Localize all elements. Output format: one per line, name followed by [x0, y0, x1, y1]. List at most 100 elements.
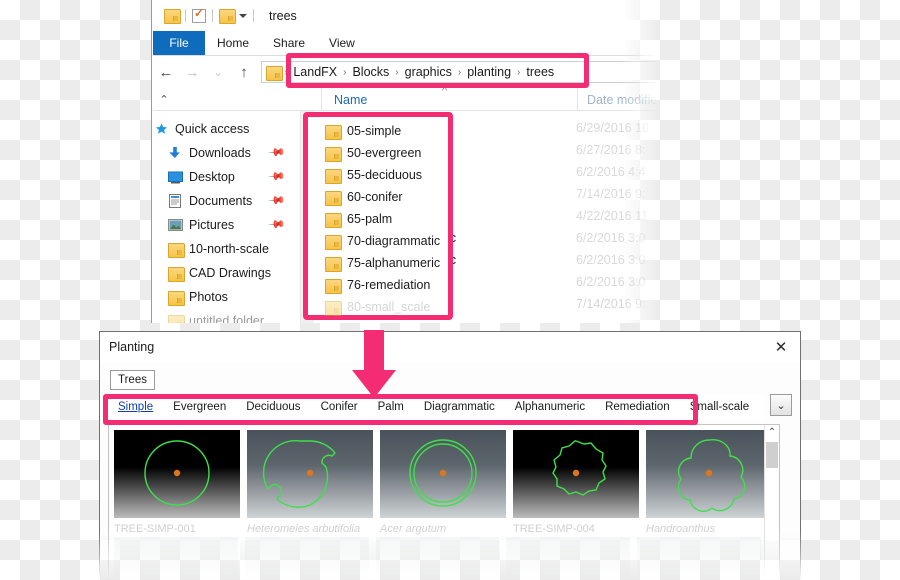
file-date: 6/29/2016 10 — [576, 121, 649, 135]
sidebar-item-label: Quick access — [175, 122, 250, 136]
star-icon — [153, 121, 169, 137]
file-date: 6/2/2016 4:4 — [576, 165, 646, 179]
ribbon-tab-file[interactable]: File — [153, 31, 205, 55]
column-header-row: ⌃ Name ^ Date modifie — [153, 85, 660, 111]
symbol-grid: TREE-SIMP-001 Heteromeles arbutifolia Ac… — [108, 424, 780, 579]
up-arrow-icon[interactable]: ↑ — [231, 59, 257, 85]
sidebar-item-pictures[interactable]: Pictures 📌 — [153, 213, 293, 237]
column-header-date[interactable]: Date modifie — [577, 88, 660, 111]
toolbar-divider — [185, 9, 186, 22]
pin-icon[interactable]: 📌 — [268, 167, 287, 186]
table-row[interactable]: 65-palm — [311, 208, 447, 230]
back-arrow-icon[interactable]: ← — [153, 59, 179, 85]
ribbon-tab-share[interactable]: Share — [261, 31, 317, 55]
folder-icon — [325, 168, 342, 184]
category-tabs-highlight — [103, 394, 698, 425]
symbol-grid-row-2 — [114, 537, 761, 579]
sidebar-item-label: Documents — [189, 194, 253, 208]
folder-icon — [167, 313, 185, 323]
symbol-cell[interactable] — [637, 537, 761, 579]
symbol-preview — [247, 430, 373, 518]
sidebar-item-untitled-folder[interactable]: untitled folder — [153, 309, 293, 323]
symbol-label: Handroanthus — [646, 522, 716, 535]
pin-icon[interactable]: 📌 — [268, 191, 287, 210]
pictures-icon — [167, 217, 183, 233]
sidebar-item-desktop[interactable]: Desktop 📌 — [153, 165, 293, 189]
toolbar-divider — [253, 9, 254, 22]
table-row[interactable]: 80-small_scale — [311, 296, 447, 318]
chevron-down-icon[interactable]: ⌄ — [770, 394, 792, 416]
sidebar-item-photos[interactable]: Photos — [153, 285, 293, 309]
sidebar-item-label: untitled folder — [189, 314, 265, 323]
sidebar-item-label: 10-north-scale — [189, 242, 269, 256]
chevron-down-icon[interactable] — [239, 13, 247, 18]
dialog-title-bar: Planting ✕ — [100, 332, 800, 362]
chevron-up-icon[interactable]: ⌃ — [765, 425, 779, 440]
chevron-down-icon[interactable]: ⌄ — [205, 59, 231, 85]
symbol-cell[interactable]: Heteromeles arbutifolia — [247, 430, 373, 536]
toolbar-divider — [212, 9, 213, 22]
dialog-title: Planting — [109, 340, 155, 354]
symbol-cell[interactable]: Handroanthus — [646, 430, 772, 536]
symbol-cell[interactable] — [375, 537, 500, 579]
symbol-cell[interactable] — [114, 537, 238, 579]
file-name: 75-alphanumeric — [347, 256, 441, 270]
table-row[interactable]: 50-evergreen — [311, 142, 447, 164]
folder-icon — [167, 265, 185, 282]
down-arrow-annotation — [352, 330, 396, 398]
ribbon-tab-home[interactable]: Home — [205, 31, 261, 55]
symbol-label: TREE-SIMP-004 — [513, 522, 595, 535]
sidebar-item-documents[interactable]: Documents 📌 — [153, 189, 293, 213]
folder-icon — [325, 234, 342, 250]
column-header-name-label: Name — [334, 92, 368, 107]
table-row[interactable]: 05-simple — [311, 120, 447, 142]
table-row[interactable]: 55-deciduous — [311, 164, 447, 186]
symbol-cell[interactable] — [506, 537, 631, 579]
folder-icon — [325, 300, 342, 316]
close-icon[interactable]: ✕ — [768, 336, 794, 358]
file-name: 50-evergreen — [347, 146, 422, 160]
ribbon-tab-view[interactable]: View — [317, 31, 367, 55]
table-row[interactable]: 60-conifer — [311, 186, 447, 208]
navigation-pane: Quick access Downloads 📌 Desktop 📌 Docum… — [153, 111, 293, 323]
new-folder-icon[interactable] — [219, 9, 236, 24]
sidebar-item-quick-access[interactable]: Quick access — [153, 117, 293, 141]
folder-icon — [167, 289, 185, 306]
address-bar-highlight — [286, 53, 589, 88]
folder-icon — [325, 212, 342, 228]
sidebar-item-label: Pictures — [189, 218, 235, 232]
properties-icon[interactable] — [192, 6, 206, 23]
table-row[interactable]: 76-remediation — [311, 274, 447, 296]
file-name: 76-remediation — [347, 278, 431, 292]
sidebar-item-10-north-scale[interactable]: 10-north-scale — [153, 237, 293, 261]
table-row[interactable]: 75-alphanumeric — [311, 252, 447, 274]
column-header-name[interactable]: Name ^ — [321, 85, 576, 111]
symbol-cell[interactable]: Acer argutum — [380, 430, 506, 536]
tab-trees[interactable]: Trees — [110, 370, 155, 390]
desktop-icon — [167, 169, 183, 185]
symbol-preview — [646, 430, 772, 518]
scrollbar-thumb[interactable] — [766, 442, 778, 468]
pin-icon[interactable]: 📌 — [268, 143, 287, 162]
window-title: trees — [269, 8, 297, 23]
pin-icon[interactable]: 📌 — [268, 215, 287, 234]
table-row[interactable]: 70-diagrammatic — [311, 230, 447, 252]
symbol-cell[interactable] — [244, 537, 369, 579]
chevron-up-icon[interactable]: ⌃ — [153, 93, 175, 106]
folder-icon — [325, 256, 342, 272]
file-date: 7/14/2016 9: — [576, 187, 646, 201]
folder-icon — [167, 241, 185, 258]
sidebar-item-cad-drawings[interactable]: CAD Drawings — [153, 261, 293, 285]
sidebar-item-label: Downloads — [189, 146, 251, 160]
symbol-grid-scrollbar[interactable]: ⌃ — [764, 425, 779, 579]
sidebar-item-downloads[interactable]: Downloads 📌 — [153, 141, 293, 165]
download-icon — [167, 145, 183, 161]
symbol-cell[interactable]: TREE-SIMP-004 — [513, 430, 639, 536]
folder-icon — [325, 190, 342, 206]
symbol-cell[interactable]: TREE-SIMP-001 — [114, 430, 240, 536]
sidebar-item-label: Desktop — [189, 170, 235, 184]
ribbon-tab-bar: File Home Share View — [153, 31, 660, 55]
file-name: 05-simple — [347, 124, 402, 138]
folder-icon[interactable] — [164, 9, 181, 24]
forward-arrow-icon[interactable]: → — [179, 59, 205, 85]
